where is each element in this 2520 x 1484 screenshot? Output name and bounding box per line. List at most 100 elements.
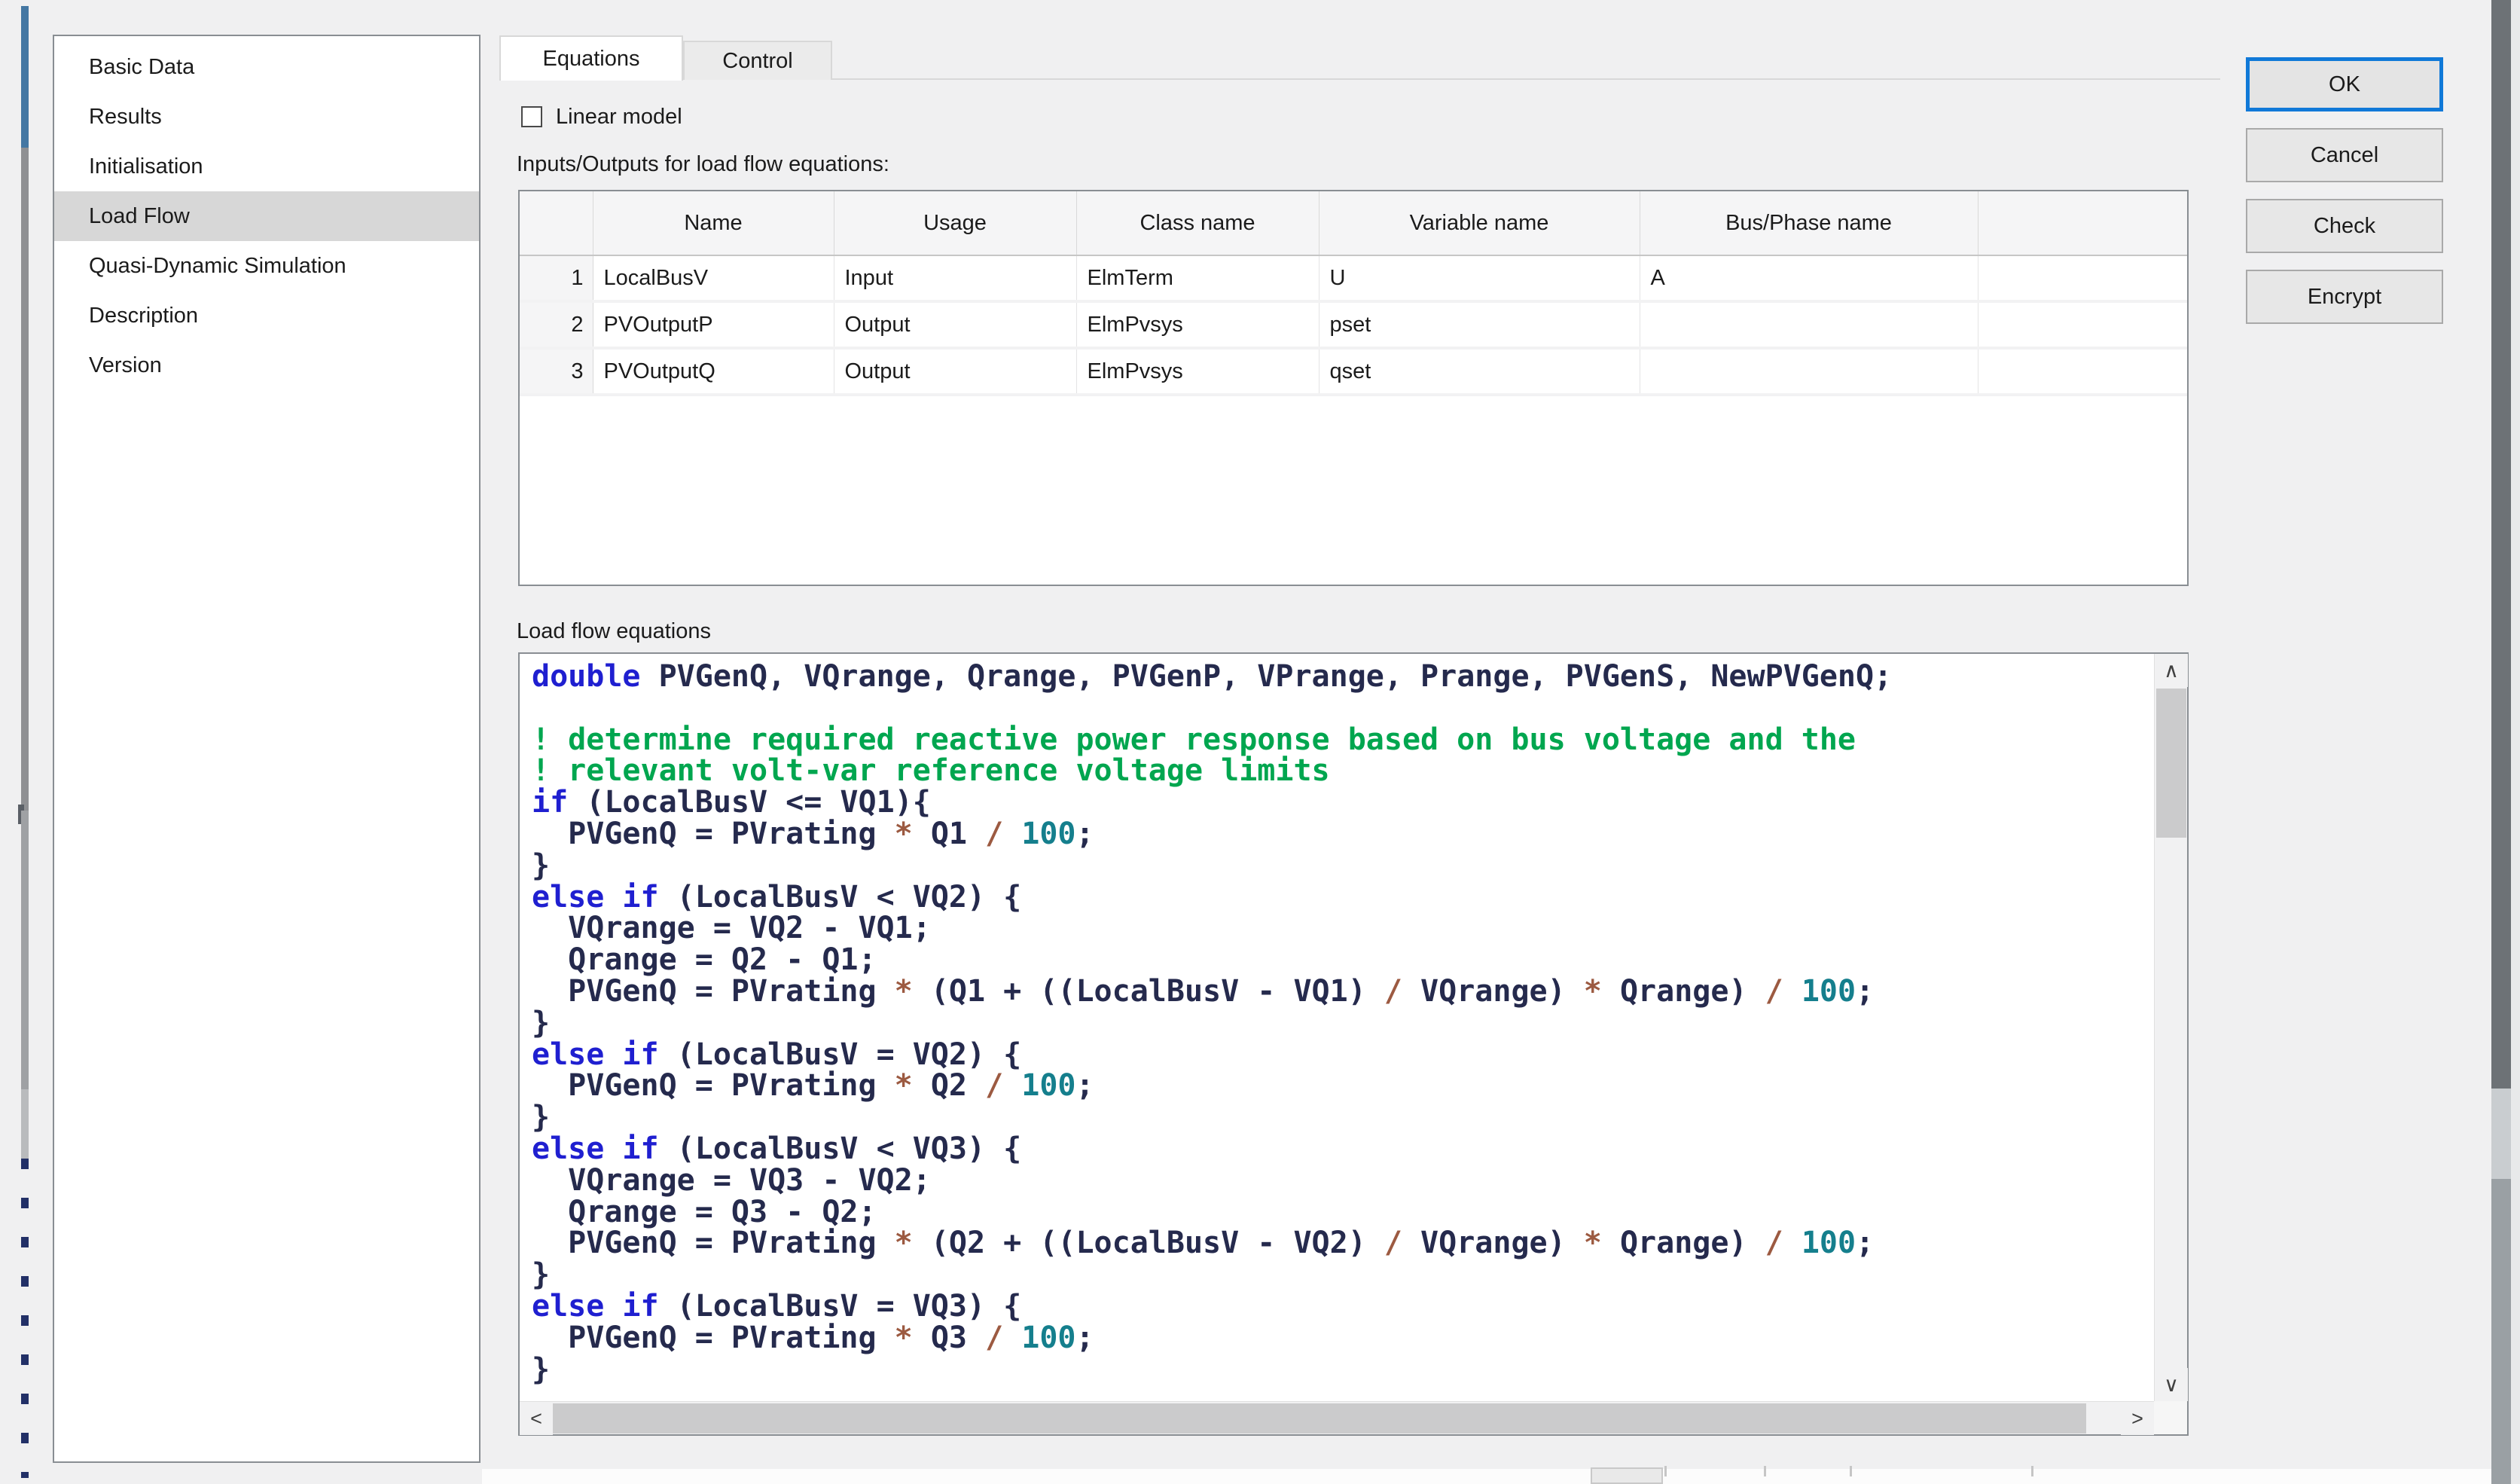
code-token-p: Q2 — [913, 1068, 985, 1103]
code-token-o: / — [985, 1068, 1003, 1103]
sidebar-item-description[interactable]: Description — [54, 291, 479, 340]
code-token-p: PVGenQ = PVrating — [532, 817, 895, 851]
code-line: } — [532, 850, 1892, 882]
column-header-variable-name: Variable name — [1319, 191, 1640, 255]
io-table: NameUsageClass nameVariable nameBus/Phas… — [518, 190, 2189, 586]
code-token-n: 100 — [1021, 1068, 1075, 1103]
scroll-right-button[interactable]: > — [2121, 1402, 2154, 1435]
table-cell[interactable]: Output — [834, 301, 1076, 348]
code-token-p: Q3 — [913, 1321, 985, 1355]
code-token-p: VQrange) — [1402, 974, 1584, 1009]
code-token-p: VQrange = VQ2 - VQ1; — [532, 911, 931, 945]
code-token-p: } — [532, 1352, 550, 1387]
row-number-cell[interactable]: 3 — [520, 348, 593, 395]
table-row: 1LocalBusVInputElmTermUA — [520, 255, 2187, 301]
scroll-left-button[interactable]: < — [520, 1402, 553, 1435]
tab-equations-label: Equations — [543, 47, 640, 72]
bottom-cutoff-tick — [2031, 1466, 2033, 1476]
equations-code-text[interactable]: double PVGenQ, VQrange, Qrange, PVGenP, … — [532, 661, 1892, 1385]
tab-equations[interactable]: Equations — [499, 35, 683, 81]
code-token-c: ! determine required reactive power resp… — [532, 722, 1856, 757]
table-cell[interactable] — [1978, 301, 2187, 348]
tab-control[interactable]: Control — [683, 41, 832, 80]
column-header-class-name: Class name — [1076, 191, 1319, 255]
column-header-name: Name — [593, 191, 834, 255]
vertical-scrollbar-thumb[interactable] — [2156, 689, 2186, 838]
bottom-cutoff-tick — [1850, 1466, 1852, 1476]
code-token-p: (Q2 + ((LocalBusV - VQ2) — [913, 1226, 1384, 1260]
table-cell[interactable] — [1640, 301, 1978, 348]
table-cell[interactable]: U — [1319, 255, 1640, 301]
table-cell[interactable]: PVOutputQ — [593, 348, 834, 395]
horizontal-scrollbar[interactable]: < > — [520, 1401, 2154, 1434]
table-cell[interactable] — [1640, 348, 1978, 395]
table-cell[interactable]: A — [1640, 255, 1978, 301]
code-line: } — [532, 1102, 1892, 1134]
scroll-up-button[interactable]: ∧ — [2155, 654, 2188, 687]
code-token-n: 100 — [1021, 817, 1075, 851]
table-cell[interactable]: Output — [834, 348, 1076, 395]
code-line: } — [532, 1008, 1892, 1040]
sidebar-item-quasi-dynamic-simulation[interactable]: Quasi-Dynamic Simulation — [54, 241, 479, 291]
code-token-k: else if — [532, 1131, 659, 1166]
table-cell[interactable]: ElmTerm — [1076, 255, 1319, 301]
table-row: 2PVOutputPOutputElmPvsyspset — [520, 301, 2187, 348]
table-cell[interactable]: qset — [1319, 348, 1640, 395]
code-token-p: } — [532, 1100, 550, 1134]
sidebar-item-version[interactable]: Version — [54, 340, 479, 390]
code-token-o: / — [1765, 974, 1783, 1009]
code-token-p: ; — [1856, 1226, 1874, 1260]
row-number-cell[interactable]: 2 — [520, 301, 593, 348]
table-cell[interactable]: ElmPvsys — [1076, 301, 1319, 348]
cancel-button[interactable]: Cancel — [2246, 128, 2443, 182]
code-line: double PVGenQ, VQrange, Qrange, PVGenP, … — [532, 661, 1892, 693]
check-button[interactable]: Check — [2246, 199, 2443, 253]
table-cell[interactable]: Input — [834, 255, 1076, 301]
chevron-down-icon: ∨ — [2164, 1373, 2179, 1397]
chevron-right-icon: > — [2131, 1407, 2143, 1431]
sidebar-item-load-flow[interactable]: Load Flow — [54, 191, 479, 241]
vertical-scrollbar[interactable]: ∧ ∨ — [2154, 654, 2187, 1401]
left-edge-remnant-light — [21, 1089, 29, 1159]
code-token-p: Qrange) — [1602, 1226, 1765, 1260]
code-token-c: ! relevant volt-var reference voltage li… — [532, 753, 1330, 788]
table-cell[interactable] — [1978, 255, 2187, 301]
linear-model-checkbox[interactable] — [521, 106, 542, 127]
sidebar-item-results[interactable]: Results — [54, 92, 479, 142]
sidebar-item-initialisation[interactable]: Initialisation — [54, 142, 479, 191]
table-row: 3PVOutputQOutputElmPvsysqset — [520, 348, 2187, 395]
equations-editor[interactable]: double PVGenQ, VQrange, Qrange, PVGenP, … — [518, 652, 2189, 1436]
code-token-p: PVGenQ = PVrating — [532, 974, 895, 1009]
code-token-p: PVGenQ, VQrange, Qrange, PVGenP, VPrange… — [641, 659, 1893, 694]
horizontal-scrollbar-thumb[interactable] — [553, 1403, 2086, 1434]
right-edge-remnant-light — [2511, 0, 2520, 1484]
row-number-cell[interactable]: 1 — [520, 255, 593, 301]
code-line: PVGenQ = PVrating * (Q1 + ((LocalBusV - … — [532, 976, 1892, 1008]
code-token-o: * — [1584, 974, 1602, 1009]
code-token-p: (Q1 + ((LocalBusV - VQ1) — [913, 974, 1384, 1009]
chevron-left-icon: < — [530, 1407, 542, 1431]
code-token-p — [1003, 817, 1021, 851]
code-token-p — [1003, 1068, 1021, 1103]
column-header-blank — [520, 191, 593, 255]
ok-button-label: OK — [2329, 72, 2360, 97]
left-edge-remnant-gray — [21, 148, 29, 811]
ok-button[interactable]: OK — [2246, 57, 2443, 111]
code-token-p: ; — [1076, 817, 1094, 851]
code-line: VQrange = VQ3 - VQ2; — [532, 1165, 1892, 1197]
table-cell[interactable]: ElmPvsys — [1076, 348, 1319, 395]
table-cell[interactable] — [1978, 348, 2187, 395]
table-cell[interactable]: LocalBusV — [593, 255, 834, 301]
encrypt-button[interactable]: Encrypt — [2246, 270, 2443, 324]
code-token-o: / — [985, 1321, 1003, 1355]
code-token-o: * — [895, 1068, 913, 1103]
table-cell[interactable]: pset — [1319, 301, 1640, 348]
scroll-down-button[interactable]: ∨ — [2155, 1368, 2188, 1401]
column-header-blank — [1978, 191, 2187, 255]
code-line: Qrange = Q2 - Q1; — [532, 945, 1892, 976]
sidebar-item-basic-data[interactable]: Basic Data — [54, 42, 479, 92]
code-token-p: (LocalBusV = VQ3) { — [659, 1289, 1022, 1324]
equations-label: Load flow equations — [517, 619, 711, 644]
scrollbar-corner — [2154, 1401, 2187, 1434]
table-cell[interactable]: PVOutputP — [593, 301, 834, 348]
